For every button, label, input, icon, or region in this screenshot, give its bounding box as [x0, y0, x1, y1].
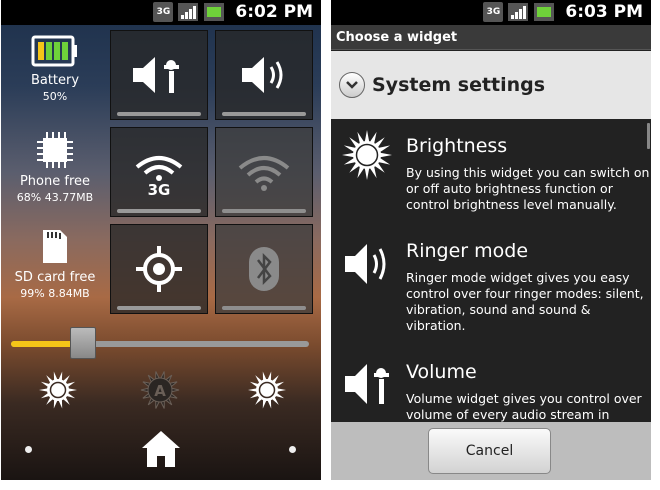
bluetooth-toggle[interactable] — [215, 224, 313, 314]
status-bar: 3G 6:03 PM — [331, 0, 651, 25]
brightness-icon — [342, 130, 392, 180]
3g-icon: 3G — [135, 156, 183, 197]
status-time: 6:02 PM — [235, 2, 313, 22]
widget-description: Volume widget gives you control over vol… — [406, 391, 642, 422]
toggle-indicator — [117, 209, 201, 213]
widget-item-volume[interactable]: Volume Volume widget gives you control o… — [331, 351, 651, 422]
brightness-auto-button[interactable]: A — [140, 370, 180, 414]
3g-network-icon: 3G — [153, 2, 174, 22]
battery-status-icon — [533, 2, 555, 22]
3g-network-icon: 3G — [483, 2, 504, 22]
volume-icon — [345, 364, 389, 404]
battery-status-icon — [203, 2, 225, 22]
battery-label: Battery — [30, 73, 80, 88]
dialog-title: Choose a widget — [331, 25, 651, 50]
dialog-footer: Cancel — [331, 422, 651, 480]
brightness-slider[interactable] — [11, 327, 309, 359]
toggle-indicator — [222, 306, 306, 310]
volume-icon — [133, 57, 179, 93]
sd-card-info: SD card free 99% 8.84MB — [1, 226, 109, 300]
page-indicator-right — [289, 446, 296, 453]
widget-list[interactable]: Brightness By using this widget you can … — [331, 119, 651, 422]
status-time: 6:03 PM — [565, 2, 643, 22]
volume-toggle[interactable] — [110, 30, 208, 120]
brightness-auto-icon: A — [140, 371, 180, 409]
widget-item-ringer-mode[interactable]: Ringer mode Ringer mode widget gives you… — [331, 229, 651, 349]
power-control-screen: 3G 6:02 PM Battery 50% Phone free 68% 43… — [1, 0, 321, 480]
phone-free-value: 68% 43.77MB — [16, 191, 94, 204]
phone-free-info: Phone free 68% 43.77MB — [1, 130, 109, 204]
brightness-low-button[interactable] — [38, 370, 78, 414]
ringer-icon — [345, 244, 386, 284]
sd-card-label: SD card free — [14, 270, 96, 285]
page-indicator-left — [25, 446, 32, 453]
chevron-down-icon — [339, 72, 365, 98]
brightness-high-button[interactable] — [247, 370, 287, 414]
home-icon — [142, 431, 180, 467]
widget-title: Brightness — [406, 135, 508, 157]
signal-icon — [177, 2, 199, 22]
toggle-indicator — [117, 306, 201, 310]
gps-toggle[interactable] — [110, 224, 208, 314]
brightness-slider-thumb[interactable] — [70, 327, 96, 359]
battery-info: Battery 50% — [1, 33, 109, 103]
chip-icon — [37, 132, 73, 168]
widget-title: Ringer mode — [406, 240, 529, 262]
group-system-settings[interactable]: System settings — [331, 51, 651, 119]
3g-toggle[interactable]: 3G — [110, 127, 208, 217]
status-bar: 3G 6:02 PM — [1, 0, 321, 25]
wifi-toggle[interactable] — [215, 127, 313, 217]
signal-icon — [507, 2, 529, 22]
auto-label: A — [154, 382, 166, 400]
group-label: System settings — [372, 74, 546, 96]
wifi-icon — [238, 156, 290, 191]
widget-description: By using this widget you can switch on o… — [406, 165, 650, 212]
toggle-indicator — [117, 112, 201, 116]
home-button[interactable] — [140, 428, 182, 474]
widget-title: Volume — [406, 361, 477, 383]
toggle-indicator — [222, 209, 306, 213]
choose-widget-screen: 3G 6:03 PM Choose a widget System settin… — [331, 0, 651, 480]
bluetooth-icon — [249, 247, 279, 291]
ringer-toggle[interactable] — [215, 30, 313, 120]
toggle-indicator — [222, 112, 306, 116]
battery-icon — [31, 35, 77, 67]
speaker-icon — [242, 57, 283, 93]
sd-card-value: 99% 8.84MB — [20, 287, 90, 300]
3g-label: 3G — [148, 181, 171, 197]
widget-item-brightness[interactable]: Brightness By using this widget you can … — [331, 119, 651, 229]
cancel-button[interactable]: Cancel — [428, 428, 551, 474]
brightness-high-icon — [248, 371, 286, 409]
gps-icon — [136, 246, 182, 292]
sd-card-icon — [43, 230, 67, 263]
widget-description: Ringer mode widget gives you easy contro… — [406, 270, 644, 333]
phone-free-label: Phone free — [19, 174, 91, 189]
brightness-low-icon — [39, 371, 77, 409]
battery-value: 50% — [42, 90, 68, 103]
